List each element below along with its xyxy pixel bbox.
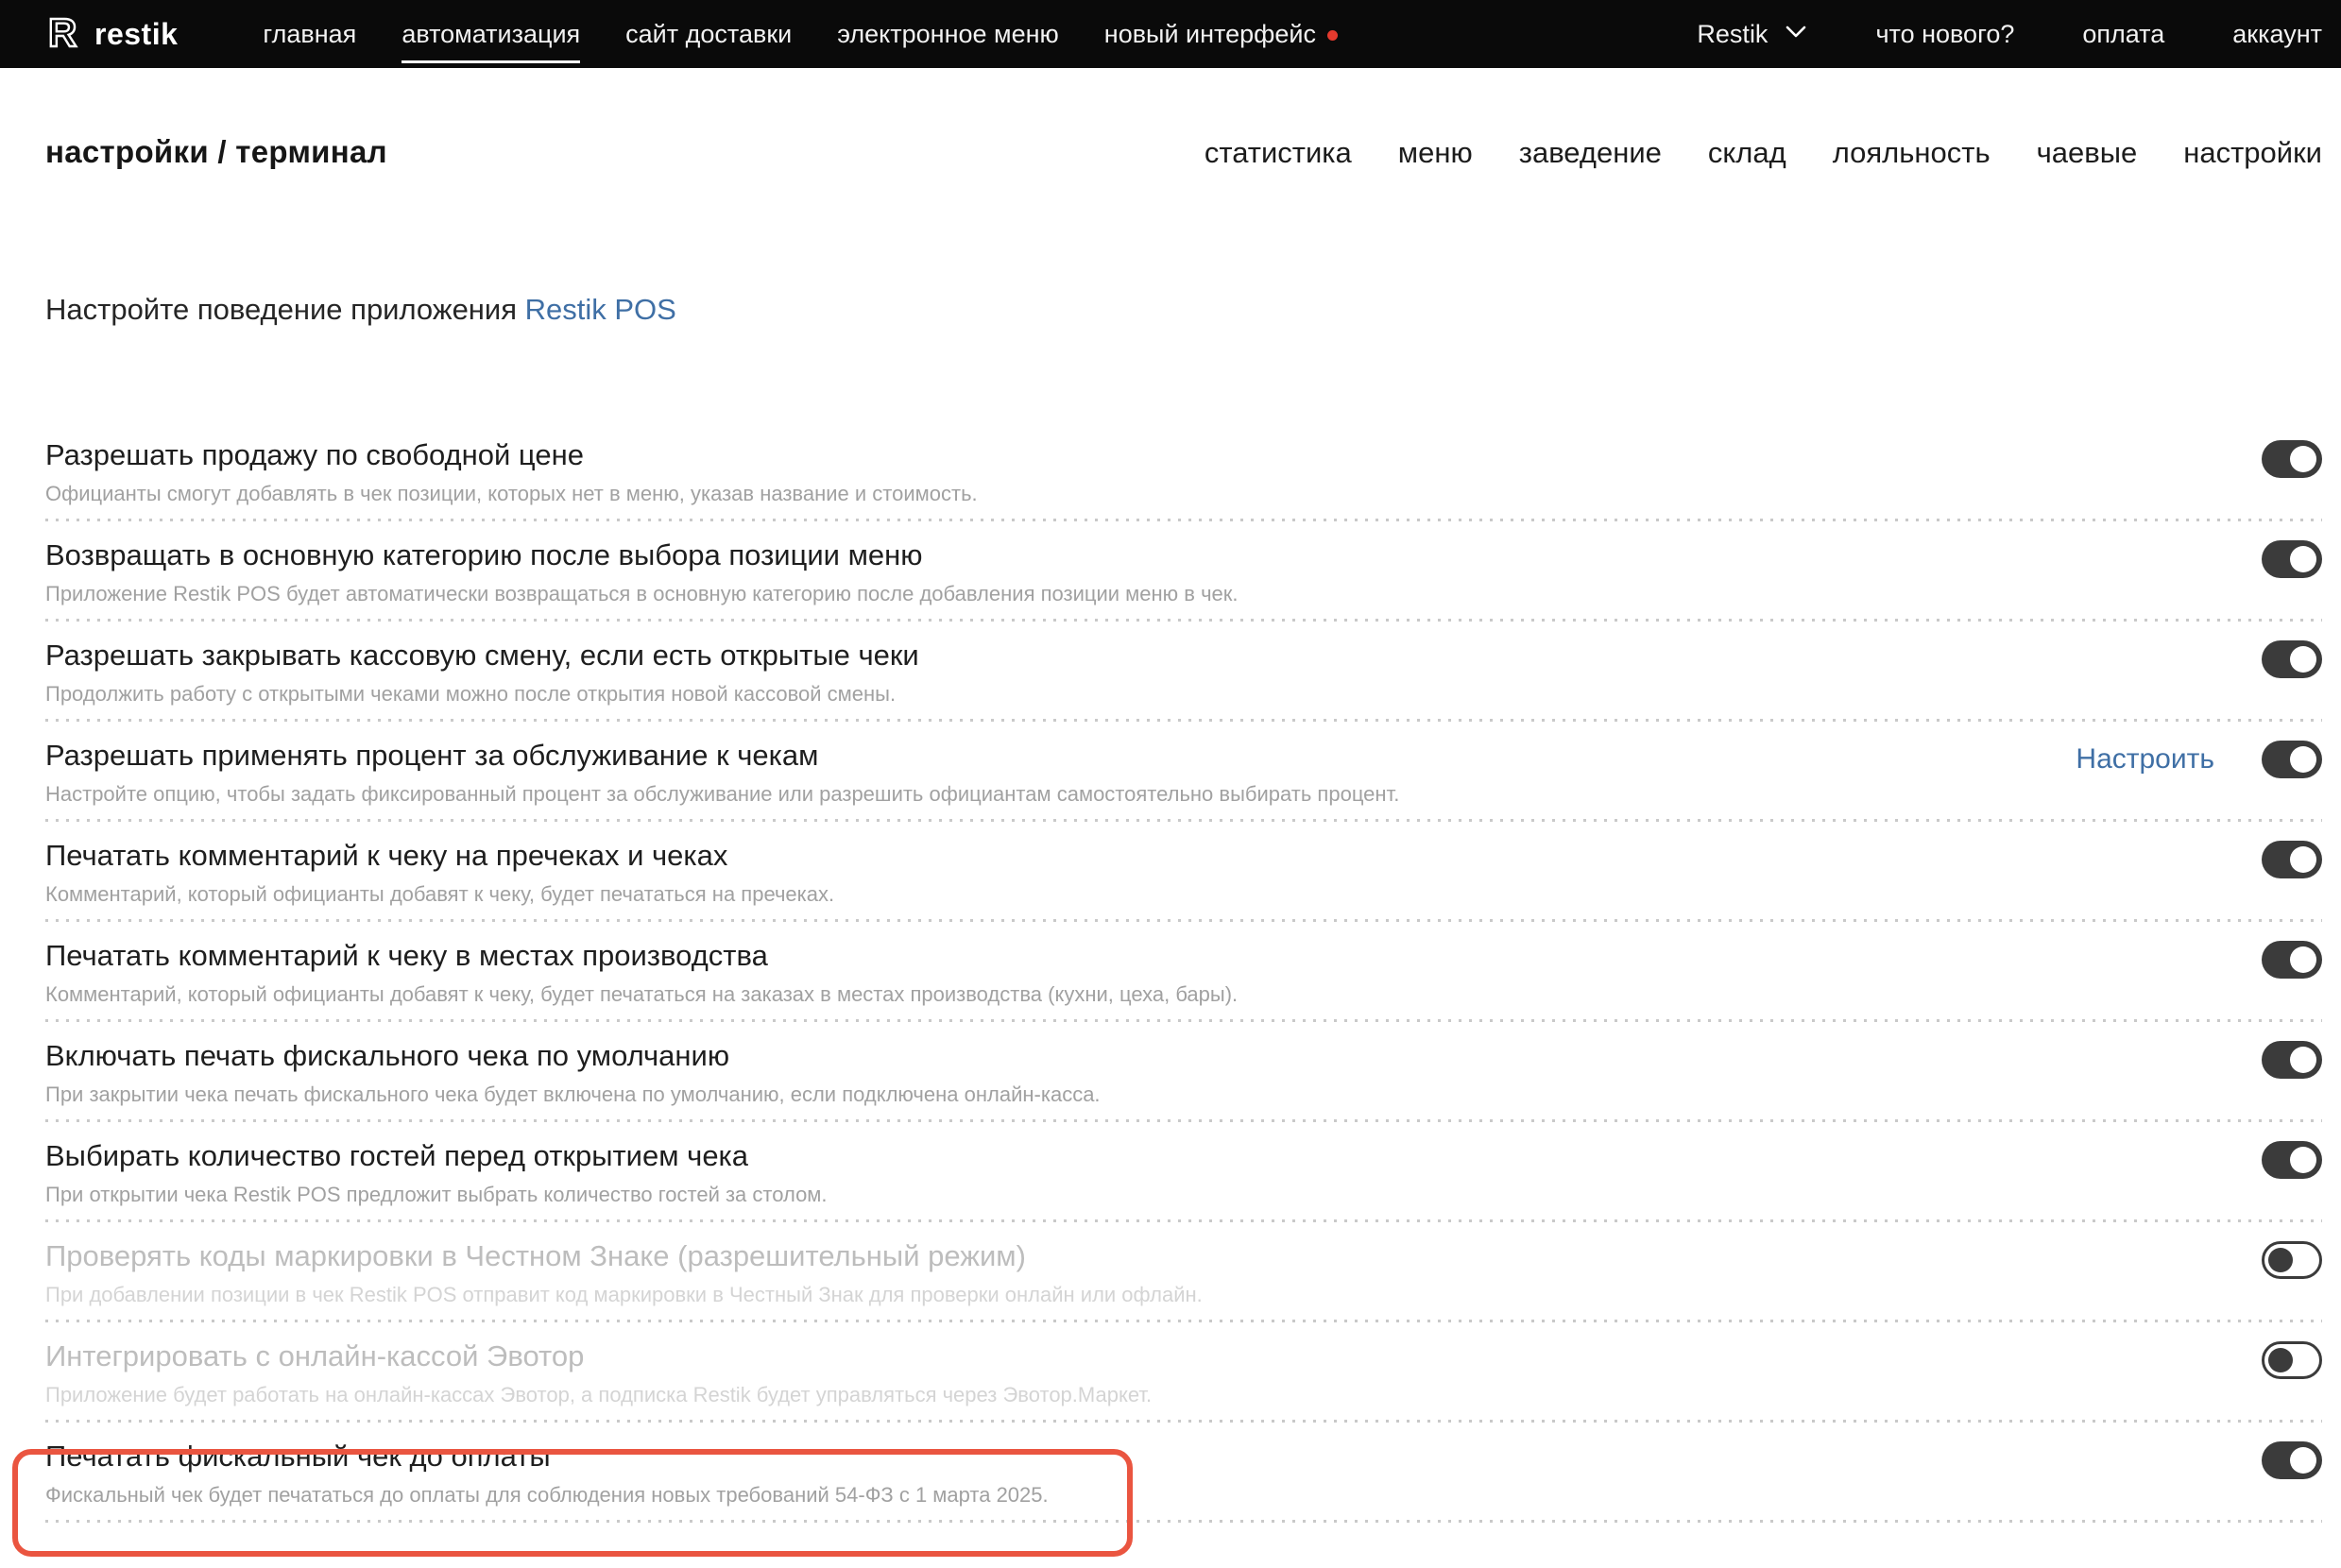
toggle-knob <box>2290 546 2316 572</box>
setting-title: Печатать комментарий к чеку в местах про… <box>45 939 1238 973</box>
tab-menu[interactable]: меню <box>1398 136 1473 170</box>
workspace-label: Restik <box>1697 20 1768 49</box>
setting-title: Проверять коды маркировки в Честном Знак… <box>45 1239 1203 1273</box>
setting-row-guest-count: Выбирать количество гостей перед открыти… <box>45 1122 2322 1222</box>
restik-logo-icon: R <box>45 10 83 59</box>
intro-text: Настройте поведение приложения Restik PO… <box>45 293 2322 327</box>
toggle-return-category[interactable] <box>2262 540 2322 578</box>
toggle-knob <box>2290 746 2316 773</box>
chevron-down-icon <box>1785 25 1807 44</box>
tab-statistics[interactable]: статистика <box>1205 136 1352 170</box>
page-title: настройки / терминал <box>45 134 387 170</box>
nav-item-new-interface[interactable]: новый интерфейс <box>1104 20 1338 49</box>
svg-text:R: R <box>48 10 77 54</box>
toggle-marking-codes[interactable] <box>2262 1241 2322 1279</box>
nav-item-whats-new[interactable]: что нового? <box>1875 20 2014 49</box>
tab-settings[interactable]: настройки <box>2183 136 2322 170</box>
settings-list: Разрешать продажу по свободной цене Офиц… <box>45 421 2322 1523</box>
setting-title: Разрешать продажу по свободной цене <box>45 438 978 472</box>
toggle-free-price[interactable] <box>2262 440 2322 478</box>
toggle-knob <box>2268 1248 2293 1272</box>
setting-description: При открытии чека Restik POS предложит в… <box>45 1183 828 1207</box>
page-header: настройки / терминал статистика меню зав… <box>45 134 2322 170</box>
setting-title: Разрешать закрывать кассовую смену, если… <box>45 639 919 673</box>
nav-item-delivery-site[interactable]: сайт доставки <box>625 20 792 49</box>
restik-logo[interactable]: R restik <box>45 10 178 59</box>
toggle-guest-count[interactable] <box>2262 1141 2322 1179</box>
setting-description: При закрытии чека печать фискального чек… <box>45 1082 1101 1107</box>
setting-row-service-percent: Разрешать применять процент за обслужива… <box>45 722 2322 822</box>
tab-tips[interactable]: чаевые <box>2037 136 2138 170</box>
toggle-knob <box>2290 1447 2316 1474</box>
toggle-fiscal-before-payment[interactable] <box>2262 1441 2322 1479</box>
workspace-dropdown[interactable]: Restik <box>1697 20 1807 49</box>
setting-description: Официанты смогут добавлять в чек позиции… <box>45 482 978 506</box>
section-tabs: статистика меню заведение склад лояльнос… <box>1205 136 2322 170</box>
top-navbar: R restik главная автоматизация сайт дост… <box>0 0 2341 68</box>
nav-item-automation[interactable]: автоматизация <box>402 20 580 49</box>
setting-title: Возвращать в основную категорию после вы… <box>45 538 1239 572</box>
intro-text-static: Настройте поведение приложения <box>45 293 525 326</box>
settings-terminal-page: настройки / терминал статистика меню зав… <box>0 134 2341 1523</box>
toggle-comment-prechecks[interactable] <box>2262 841 2322 878</box>
new-badge-dot <box>1327 30 1338 41</box>
setting-row-close-shift: Разрешать закрывать кассовую смену, если… <box>45 622 2322 722</box>
toggle-knob <box>2290 846 2316 873</box>
setting-title: Интегрировать с онлайн-кассой Эвотор <box>45 1339 1152 1373</box>
toggle-knob <box>2290 1047 2316 1073</box>
setting-row-return-category: Возвращать в основную категорию после вы… <box>45 521 2322 622</box>
toggle-close-shift[interactable] <box>2262 640 2322 678</box>
setting-row-fiscal-before-payment: Печатать фискальный чек до оплаты Фискал… <box>45 1423 2322 1523</box>
setting-description: Комментарий, который официанты добавят к… <box>45 982 1238 1007</box>
setting-description: Комментарий, который официанты добавят к… <box>45 882 834 907</box>
setting-title: Печатать фискальный чек до оплаты <box>45 1440 1049 1474</box>
toggle-knob <box>2290 646 2316 673</box>
setting-description: Фискальный чек будет печататься до оплат… <box>45 1483 1049 1508</box>
tab-loyalty[interactable]: лояльность <box>1833 136 1991 170</box>
setting-row-marking-codes: Проверять коды маркировки в Честном Знак… <box>45 1222 2322 1322</box>
nav-item-emenu[interactable]: электронное меню <box>837 20 1059 49</box>
setting-row-free-price: Разрешать продажу по свободной цене Офиц… <box>45 421 2322 521</box>
nav-item-new-interface-label: новый интерфейс <box>1104 20 1316 48</box>
tab-venue[interactable]: заведение <box>1519 136 1662 170</box>
main-nav: главная автоматизация сайт доставки элек… <box>263 20 1338 49</box>
setting-description: Приложение будет работать на онлайн-касс… <box>45 1383 1152 1407</box>
logo-text: restik <box>94 17 178 52</box>
nav-item-payment[interactable]: оплата <box>2082 20 2164 49</box>
setting-row-fiscal-default: Включать печать фискального чека по умол… <box>45 1022 2322 1122</box>
restik-pos-link[interactable]: Restik POS <box>525 293 676 326</box>
setting-row-comment-production: Печатать комментарий к чеку в местах про… <box>45 922 2322 1022</box>
setting-title: Печатать комментарий к чеку на пречеках … <box>45 839 834 873</box>
toggle-evotor[interactable] <box>2262 1341 2322 1379</box>
toggle-knob <box>2290 446 2316 472</box>
toggle-knob <box>2290 1147 2316 1173</box>
setting-description: При добавлении позиции в чек Restik POS … <box>45 1283 1203 1307</box>
tab-warehouse[interactable]: склад <box>1708 136 1786 170</box>
nav-item-main[interactable]: главная <box>263 20 356 49</box>
setting-title: Разрешать применять процент за обслужива… <box>45 739 1399 773</box>
toggle-service-percent[interactable] <box>2262 741 2322 778</box>
setting-description: Настройте опцию, чтобы задать фиксирован… <box>45 782 1399 807</box>
setting-title: Выбирать количество гостей перед открыти… <box>45 1139 828 1173</box>
toggle-fiscal-default[interactable] <box>2262 1041 2322 1079</box>
nav-item-account[interactable]: аккаунт <box>2232 20 2322 49</box>
setting-row-comment-prechecks: Печатать комментарий к чеку на пречеках … <box>45 822 2322 922</box>
setting-description: Продолжить работу с открытыми чеками мож… <box>45 682 919 707</box>
toggle-comment-production[interactable] <box>2262 941 2322 979</box>
toggle-knob <box>2268 1348 2293 1372</box>
configure-link[interactable]: Настроить <box>2076 743 2214 775</box>
setting-row-evotor: Интегрировать с онлайн-кассой Эвотор При… <box>45 1322 2322 1423</box>
setting-title: Включать печать фискального чека по умол… <box>45 1039 1101 1073</box>
toggle-knob <box>2290 946 2316 973</box>
setting-description: Приложение Restik POS будет автоматическ… <box>45 582 1239 606</box>
